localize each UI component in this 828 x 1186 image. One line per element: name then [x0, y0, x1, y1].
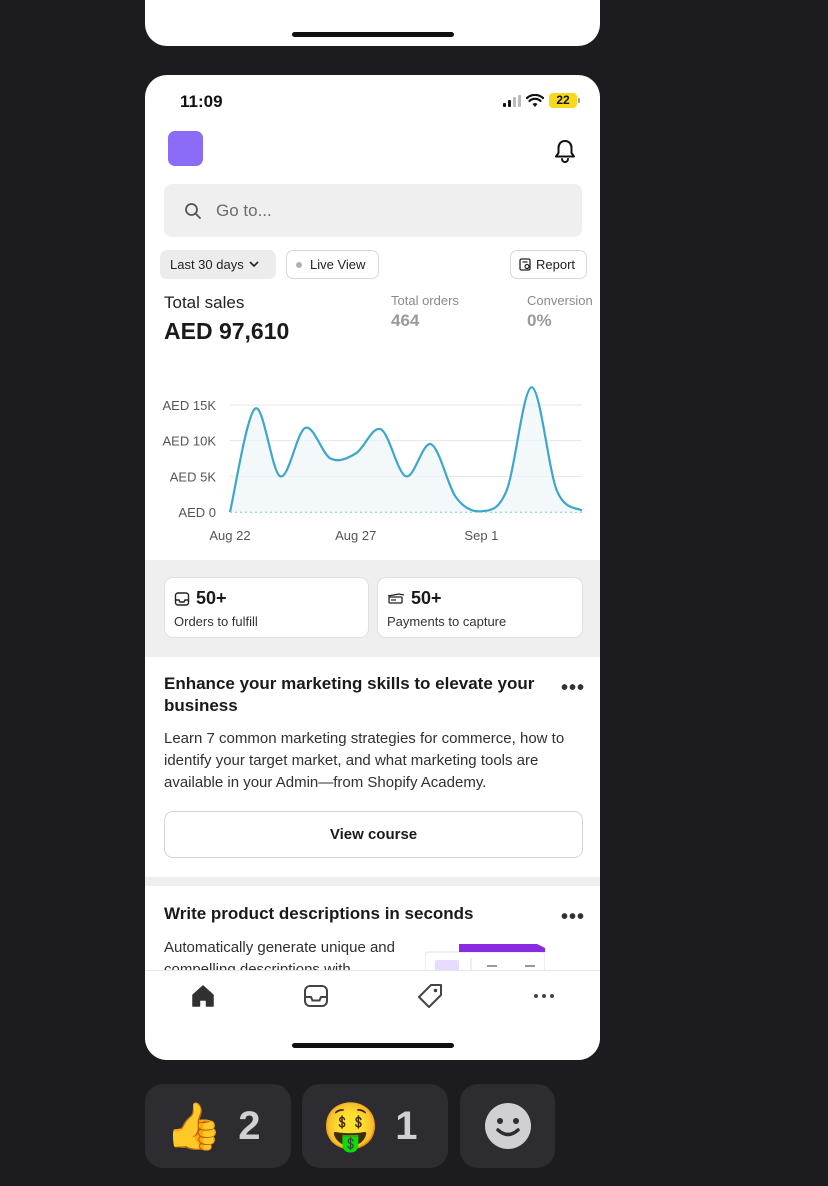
y-tick-label: AED 5K — [170, 469, 217, 484]
thumbs-up-reaction[interactable]: 👍 2 — [145, 1084, 291, 1168]
more-options-icon[interactable]: ••• — [561, 678, 585, 698]
status-bar: 11:09 22 — [145, 75, 600, 125]
payments-to-capture-count: 50+ — [411, 588, 442, 608]
total-orders-value: 464 — [391, 311, 420, 330]
y-tick-label: AED 10K — [163, 434, 217, 449]
chevron-down-icon — [249, 261, 259, 268]
y-tick-label: AED 15K — [163, 398, 217, 413]
money-face-reaction[interactable]: 🤑 1 — [302, 1084, 448, 1168]
status-icons: 22 — [503, 93, 580, 108]
sales-line-chart[interactable]: AED 15K AED 10K AED 5K AED 0 Aug 22 Aug 27 Sep… — [145, 375, 600, 555]
orders-to-fulfill-card[interactable]: 50+ Orders to fulfill — [164, 577, 369, 638]
money-mouth-face-icon: 🤑 — [322, 1100, 380, 1152]
date-range-button[interactable]: Last 30 days — [160, 250, 276, 279]
y-tick-label: AED 0 — [178, 505, 216, 520]
section-divider — [145, 877, 600, 886]
add-reaction-button[interactable] — [460, 1084, 555, 1168]
sales-area-fill — [230, 387, 582, 512]
x-tick-label: Aug 22 — [209, 528, 250, 543]
search-placeholder: Go to... — [216, 200, 272, 220]
live-view-button[interactable]: Live View — [286, 250, 379, 279]
marketing-card: Enhance your marketing skills to elevate… — [145, 657, 600, 877]
more-options-icon[interactable]: ••• — [561, 907, 585, 927]
bottom-tab-bar — [145, 970, 600, 1060]
total-sales-value: AED 97,610 — [164, 318, 290, 344]
filter-row: Last 30 days Live View Report — [160, 250, 587, 280]
payments-to-capture-card[interactable]: 50+ Payments to capture — [377, 577, 583, 638]
total-orders-label: Total orders — [391, 293, 459, 308]
payments-to-capture-label: Payments to capture — [387, 614, 507, 629]
store-logo[interactable] — [168, 131, 203, 166]
reaction-count: 2 — [238, 1103, 261, 1148]
report-button[interactable]: Report — [510, 250, 587, 279]
product-card-title: Write product descriptions in seconds — [164, 904, 474, 923]
wifi-icon — [526, 93, 544, 107]
home-icon[interactable] — [188, 981, 218, 1011]
total-sales-label: Total sales — [164, 293, 245, 312]
previous-screenshot-fragment — [145, 0, 600, 46]
home-indicator — [292, 32, 454, 37]
home-indicator — [292, 1043, 454, 1048]
battery-indicator: 22 — [549, 93, 580, 108]
orders-to-fulfill-label: Orders to fulfill — [174, 614, 258, 629]
view-course-button[interactable]: View course — [164, 811, 583, 858]
conversion-label: Conversion — [527, 293, 593, 308]
marketing-card-title: Enhance your marketing skills to elevate… — [164, 674, 535, 715]
conversion-value: 0% — [527, 311, 552, 330]
marketing-card-body: Learn 7 common marketing strategies for … — [164, 730, 565, 791]
report-label: Report — [536, 257, 576, 272]
search-bar[interactable]: Go to... — [164, 184, 582, 237]
orders-inbox-icon[interactable] — [301, 981, 331, 1011]
status-time: 11:09 — [180, 92, 223, 111]
live-view-label: Live View — [310, 257, 366, 272]
search-icon — [185, 202, 201, 219]
reaction-count: 1 — [395, 1103, 418, 1148]
phone-screen: 11:09 22 Go to... Last 30 days Live View… — [145, 75, 600, 1060]
product-card-body: Automatically generate unique and compel… — [164, 939, 395, 970]
products-tag-icon[interactable] — [415, 981, 445, 1011]
screenshot-canvas: 11:09 22 Go to... Last 30 days Live View… — [0, 0, 828, 1186]
orders-to-fulfill-count: 50+ — [196, 588, 227, 608]
signal-icon — [503, 94, 521, 107]
live-status-dot — [296, 261, 302, 268]
bell-icon[interactable] — [551, 137, 579, 165]
add-reaction-smiley-icon — [484, 1103, 531, 1149]
date-range-label: Last 30 days — [170, 257, 244, 272]
report-icon — [519, 258, 531, 271]
cash-icon — [387, 592, 405, 604]
x-tick-label: Aug 27 — [335, 528, 376, 543]
promo-illustration — [425, 944, 545, 970]
x-tick-label: Sep 1 — [464, 528, 498, 543]
inbox-icon — [174, 591, 190, 606]
product-descriptions-card: Write product descriptions in seconds ••… — [145, 886, 600, 970]
thumbs-up-icon: 👍 — [165, 1100, 223, 1152]
more-icon[interactable] — [529, 981, 559, 1011]
